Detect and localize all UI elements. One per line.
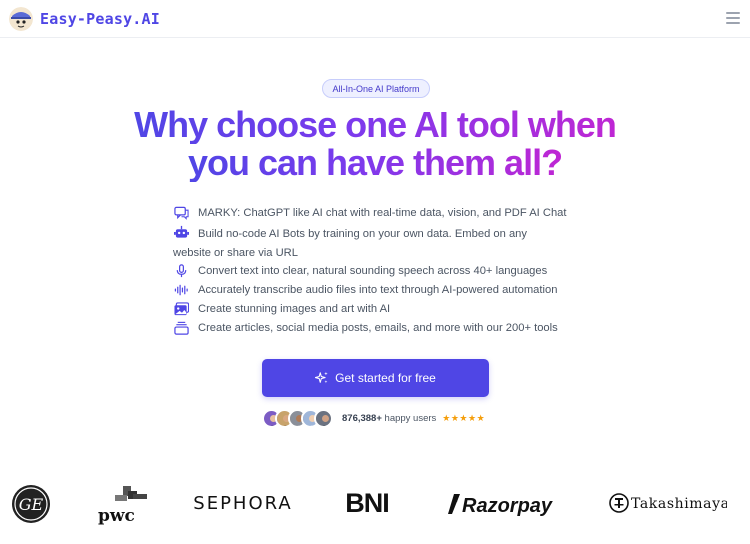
user-avatars — [262, 409, 333, 428]
feature-item: MARKY: ChatGPT like AI chat with real-ti… — [173, 206, 567, 223]
takashimaya-logo-text: Takashimaya — [631, 496, 727, 512]
avatar — [314, 409, 333, 428]
chat-icon — [173, 206, 190, 220]
razorpay-logo-text: Razorpay — [462, 495, 553, 517]
social-proof: 876,388+ happy users ★★★★★ — [262, 408, 485, 429]
headline-line-2: you can have them all? — [184, 144, 566, 182]
user-count: 876,388+ — [342, 413, 382, 424]
robot-icon — [173, 225, 190, 239]
platform-badge: All-In-One AI Platform — [322, 79, 430, 98]
feature-text: Accurately transcribe audio files into t… — [198, 284, 558, 296]
mascot-logo-icon — [9, 7, 33, 31]
ge-logo: GE — [11, 484, 51, 524]
takashimaya-logo: Takashimaya — [609, 491, 727, 515]
get-started-label: Get started for free — [335, 371, 436, 385]
customer-logos: GE pwc SEPHORA BNI Razorpay Takashimaya — [0, 474, 750, 534]
sephora-logo: SEPHORA — [193, 492, 293, 514]
bni-logo: BNI — [345, 487, 390, 518]
feature-item: Create articles, social media posts, ema… — [173, 321, 558, 338]
feature-text: MARKY: ChatGPT like AI chat with real-ti… — [198, 207, 567, 219]
top-navbar: Easy-Peasy.AI — [0, 0, 750, 38]
ge-logo-text: GE — [19, 495, 44, 514]
pwc-logo-text: pwc — [98, 506, 135, 526]
hero-headline: Why choose one AI tool when you can have… — [0, 106, 750, 182]
audio-wave-icon — [173, 283, 190, 297]
feature-text: Build no-code AI Bots by training on you… — [173, 228, 527, 259]
get-started-button[interactable]: Get started for free — [262, 359, 489, 397]
feature-item: Build no-code AI Bots by training on you… — [173, 225, 553, 263]
brand-name: Easy-Peasy.AI — [40, 10, 160, 28]
pwc-logo: pwc — [97, 482, 149, 526]
image-icon — [173, 302, 190, 316]
feature-text: Convert text into clear, natural soundin… — [198, 265, 548, 277]
layers-icon — [173, 321, 190, 335]
microphone-icon — [173, 264, 190, 278]
brand-link[interactable]: Easy-Peasy.AI — [9, 7, 160, 31]
sparkles-icon — [315, 371, 328, 384]
feature-item: Create stunning images and art with AI — [173, 302, 390, 319]
feature-item: Convert text into clear, natural soundin… — [173, 264, 547, 281]
feature-item: Accurately transcribe audio files into t… — [173, 283, 557, 300]
rating-stars: ★★★★★ — [442, 413, 486, 423]
razorpay-logo: Razorpay — [444, 488, 564, 520]
happy-users-text: 876,388+ happy users — [342, 413, 436, 424]
feature-text: Create articles, social media posts, ema… — [198, 322, 558, 334]
headline-line-1: Why choose one AI tool when — [130, 106, 620, 144]
feature-text: Create stunning images and art with AI — [198, 303, 391, 315]
user-count-suffix: happy users — [381, 413, 437, 424]
hamburger-icon[interactable] — [726, 12, 740, 24]
